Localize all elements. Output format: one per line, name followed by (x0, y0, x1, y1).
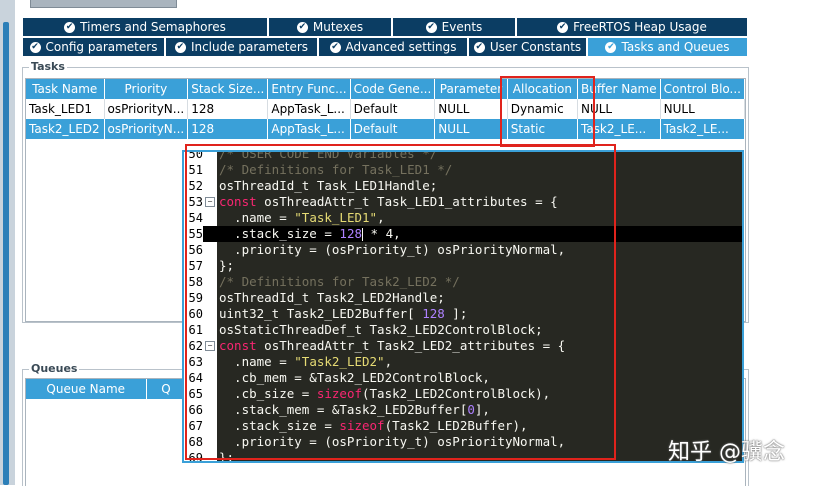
table-cell[interactable]: osPriorityN... (104, 99, 189, 119)
tab-timers-and-semaphores[interactable]: ✔ Timers and Semaphores (22, 17, 268, 37)
table-cell[interactable]: Dynamic (507, 99, 578, 119)
column-header[interactable]: Code Gene... (350, 79, 436, 99)
column-header[interactable]: Stack Size... (187, 79, 269, 99)
table-cell[interactable]: osPriorityN... (104, 119, 189, 139)
table-row[interactable]: Task_LED1 osPriorityN... 128 AppTask_L... De… (26, 99, 746, 119)
column-header[interactable]: Parameter (434, 79, 508, 99)
tab-label: Tasks and Queues (621, 40, 730, 54)
right-margin (760, 0, 821, 485)
tab-label: Mutexes (312, 20, 364, 34)
table-cell[interactable]: 128 (187, 99, 269, 119)
left-scroll-strip[interactable] (0, 0, 15, 485)
tab-freertos-heap-usage[interactable]: ✔ FreeRTOS Heap Usage (516, 17, 748, 37)
check-circle-icon: ✔ (174, 41, 186, 53)
tab-label: Events (441, 20, 483, 34)
check-circle-icon: ✔ (296, 21, 308, 33)
column-header[interactable]: Allocation (507, 79, 578, 99)
tab-tasks-and-queues[interactable]: ✔ Tasks and Queues (587, 37, 748, 57)
table-cell[interactable]: NULL (434, 99, 508, 119)
check-circle-icon: ✔ (605, 41, 617, 53)
code-highlight-box (185, 144, 616, 460)
column-header[interactable]: Entry Func... (267, 79, 351, 99)
left-accent-bar (3, 22, 9, 485)
table-cell[interactable]: 128 (187, 119, 269, 139)
table-row[interactable]: Task2_LED2 osPriorityN... 128 AppTask_L... D… (26, 119, 746, 139)
table-cell[interactable]: AppTask_L... (267, 99, 351, 119)
check-circle-icon: ✔ (29, 41, 41, 53)
tab-label: User Constants (489, 40, 582, 54)
table-cell[interactable]: Task2_LE... (577, 119, 661, 139)
table-cell[interactable]: Task_LED1 (26, 99, 105, 119)
column-header[interactable]: Control Blo... (660, 79, 746, 99)
check-circle-icon: ✔ (329, 41, 341, 53)
table-cell[interactable]: Default (350, 99, 436, 119)
queues-legend: Queues (29, 362, 80, 375)
tasks-legend: Tasks (29, 60, 67, 73)
tasks-table: Task Name Priority Stack Size... Entry Func… (26, 79, 746, 139)
table-cell[interactable]: Task2_LE... (660, 119, 746, 139)
column-header[interactable]: Buffer Name (577, 79, 661, 99)
table-cell[interactable]: Default (350, 119, 436, 139)
tab-row-2: ✔ Config parameters ✔ Include parameters ✔ Ad… (22, 37, 748, 57)
tab-label: Include parameters (190, 40, 309, 54)
tab-advanced-settings[interactable]: ✔ Advanced settings (318, 37, 468, 57)
tab-label: Config parameters (45, 40, 158, 54)
check-circle-icon: ✔ (425, 21, 437, 33)
tab-label: FreeRTOS Heap Usage (573, 20, 707, 34)
tab-mutexes[interactable]: ✔ Mutexes (268, 17, 392, 37)
column-header[interactable]: Priority (104, 79, 189, 99)
check-circle-icon: ✔ (473, 41, 485, 53)
column-header[interactable]: Task Name (26, 79, 105, 99)
table-cell[interactable]: Static (507, 119, 578, 139)
column-header[interactable]: Queue Name (26, 379, 147, 399)
table-cell[interactable]: NULL (577, 99, 661, 119)
table-cell[interactable]: AppTask_L... (267, 119, 351, 139)
check-circle-icon: ✔ (64, 21, 76, 33)
queues-table: Queue Name Q (26, 379, 187, 399)
tab-label: Advanced settings (345, 40, 457, 54)
tab-events[interactable]: ✔ Events (392, 17, 516, 37)
table-cell[interactable]: NULL (660, 99, 746, 119)
tab-row-1: ✔ Timers and Semaphores ✔ Mutexes ✔ Events ✔ Fr… (22, 17, 748, 37)
table-cell[interactable]: Task2_LED2 (26, 119, 105, 139)
tab-config-parameters[interactable]: ✔ Config parameters (22, 37, 165, 57)
watermark: 知乎 @骥念 (668, 440, 785, 465)
top-partial-button[interactable] (30, 0, 177, 8)
tab-user-constants[interactable]: ✔ User Constants (468, 37, 587, 57)
column-header[interactable]: Q (146, 379, 187, 399)
table-cell[interactable]: NULL (434, 119, 508, 139)
check-circle-icon: ✔ (557, 21, 569, 33)
tab-label: Timers and Semaphores (80, 20, 226, 34)
tab-include-parameters[interactable]: ✔ Include parameters (165, 37, 318, 57)
